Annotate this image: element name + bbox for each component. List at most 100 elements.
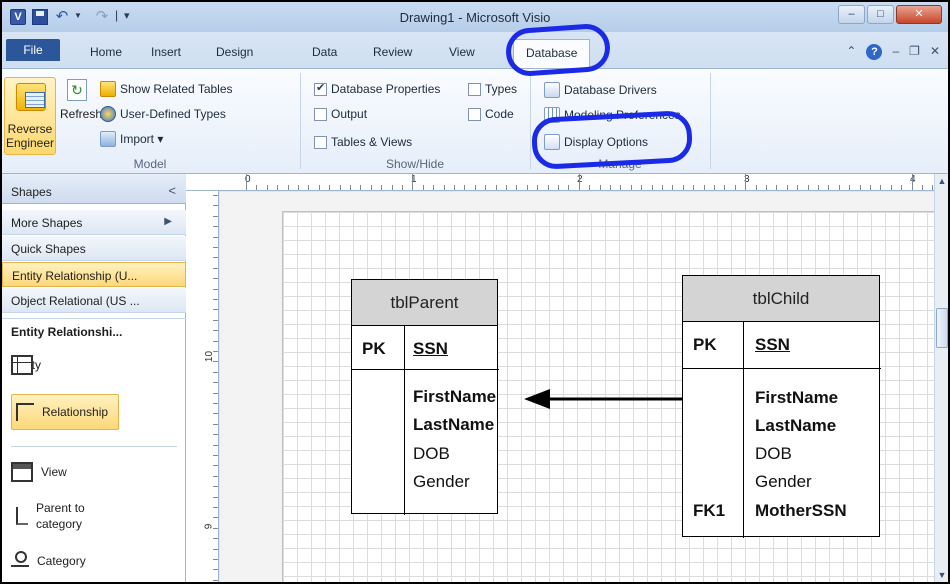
stencil-label: More Shapes: [11, 216, 83, 230]
field: DOB: [755, 444, 792, 463]
ruler-tick: [828, 185, 830, 190]
tab-design[interactable]: Design: [216, 45, 253, 59]
ruler-tick: [329, 185, 331, 190]
output-checkbox[interactable]: Output: [314, 107, 367, 121]
shape-label: View: [41, 465, 67, 479]
doc-minimize-icon[interactable]: –: [892, 44, 899, 60]
ribbon-database: Reverse Engineer ↻ Refresh Show Related …: [2, 68, 948, 174]
database-drivers-button[interactable]: Database Drivers: [544, 82, 657, 98]
shapes-pane-header: Shapes <: [2, 174, 186, 204]
stencil-label: Object Relational (US ...: [11, 294, 140, 308]
tables-views-label: Tables & Views: [331, 135, 413, 149]
minimize-button[interactable]: –: [838, 5, 865, 24]
field: FirstName: [755, 388, 839, 407]
tab-file[interactable]: File: [6, 39, 60, 61]
ruler-tick: [213, 569, 218, 571]
ruler-tick: [213, 299, 218, 300]
ruler-tick: [464, 185, 466, 190]
ruler-tick: [213, 205, 218, 207]
drawing-canvas[interactable]: tblParent PK SSN FirstName LastName DOB …: [220, 192, 934, 582]
code-checkbox[interactable]: Code: [468, 107, 514, 121]
collapse-pane-icon[interactable]: <: [168, 183, 176, 198]
stencil-entity-relationship[interactable]: Entity Relationship (U...: [2, 262, 186, 287]
reverse-engineer-icon: [16, 83, 46, 111]
shape-relationship[interactable]: Relationship: [11, 394, 120, 430]
ruler-tick: [454, 185, 455, 190]
entity-tblparent[interactable]: tblParent PK SSN FirstName LastName DOB …: [351, 279, 499, 515]
ruler-tick: [901, 185, 903, 190]
scrollbar-thumb[interactable]: [936, 308, 948, 348]
tab-database[interactable]: Database: [513, 39, 591, 69]
title-bar: V ↶ ▼ ↷ | ▾ Drawing1 - Microsoft Visio –…: [2, 2, 948, 32]
horizontal-ruler: 0 1 2 3 4: [186, 174, 934, 191]
tab-view[interactable]: View: [449, 45, 475, 59]
entity-tblchild[interactable]: tblChild PK SSN FirstName LastName DOB G…: [682, 275, 881, 538]
ruler-tick: [213, 486, 218, 488]
display-options-button[interactable]: Display Options: [544, 134, 648, 150]
tables-views-checkbox[interactable]: Tables & Views: [314, 135, 412, 149]
import-button[interactable]: Import ▾: [100, 131, 163, 147]
stencil-object-relational[interactable]: Object Relational (US ...: [2, 288, 186, 313]
ruler-tick: [422, 185, 424, 190]
user-defined-types-button[interactable]: User-Defined Types: [100, 106, 226, 122]
shape-category[interactable]: Category: [11, 551, 86, 568]
scroll-up-icon[interactable]: ▲: [935, 176, 948, 186]
ruler-tick: [516, 185, 518, 190]
ribbon-tabs: File Home Insert Design Data Review View…: [2, 32, 948, 69]
ruler-tick: [443, 185, 445, 190]
relationship-connector[interactable]: [520, 387, 684, 411]
shape-entity[interactable]: Entity: [11, 355, 41, 375]
ruler-tick: [370, 185, 372, 190]
maximize-button[interactable]: □: [867, 5, 894, 24]
stencil-quick-shapes[interactable]: Quick Shapes: [2, 236, 186, 261]
shape-parent-to-category[interactable]: Parent to category: [11, 500, 106, 532]
pk-key: PK: [362, 339, 386, 358]
show-related-tables-button[interactable]: Show Related Tables: [100, 81, 233, 97]
field: LastName: [413, 415, 495, 434]
minimize-ribbon-icon[interactable]: ⌃: [846, 44, 856, 60]
ruler-tick: [547, 185, 549, 190]
ruler-tick: [526, 185, 528, 190]
ruler-tick: [213, 403, 218, 404]
ruler-tick: [558, 185, 559, 190]
reverse-engineer-button[interactable]: Reverse Engineer: [4, 77, 56, 155]
ruler-tick: [213, 215, 218, 217]
database-properties-label: Database Properties: [331, 82, 441, 96]
modeling-preferences-button[interactable]: Modeling Preferences: [544, 107, 681, 123]
stencil-more-shapes[interactable]: More Shapes ▶: [2, 210, 186, 235]
ruler-tick: [360, 185, 362, 190]
ruler-tick: [213, 413, 218, 415]
ruler-tick: [213, 507, 218, 508]
shape-view[interactable]: View: [11, 462, 67, 482]
help-icon[interactable]: ?: [866, 44, 883, 60]
import-label: Import ▾: [120, 132, 164, 146]
user-defined-types-icon: [100, 106, 116, 122]
tab-home[interactable]: Home: [90, 45, 122, 59]
ruler-tick: [339, 185, 341, 190]
group-label-model: Model: [133, 157, 167, 171]
field: DOB: [413, 444, 450, 463]
tab-review[interactable]: Review: [373, 45, 412, 59]
output-label: Output: [331, 107, 368, 121]
modeling-preferences-icon: [544, 107, 560, 123]
ruler-tick: [672, 185, 674, 190]
doc-close-icon[interactable]: ✕: [930, 44, 940, 60]
entity-name: tblChild: [683, 276, 879, 322]
ruler-tick: [818, 185, 819, 190]
doc-restore-icon[interactable]: ❐: [909, 44, 920, 60]
tab-insert[interactable]: Insert: [151, 45, 181, 59]
scroll-down-icon[interactable]: ▼: [935, 570, 948, 580]
tab-data[interactable]: Data: [312, 45, 337, 59]
vertical-scrollbar[interactable]: ▲ ▼: [934, 174, 948, 582]
types-checkbox[interactable]: Types: [468, 82, 517, 96]
refresh-button[interactable]: ↻ Refresh: [60, 79, 102, 135]
close-button[interactable]: ✕: [896, 5, 942, 24]
entity-pk-divider: [352, 369, 499, 370]
ruler-tick: [537, 185, 539, 190]
database-properties-checkbox[interactable]: Database Properties: [314, 81, 441, 96]
ruler-tick: [786, 185, 788, 190]
ruler-tick: [213, 330, 218, 332]
visio-window: V ↶ ▼ ↷ | ▾ Drawing1 - Microsoft Visio –…: [2, 2, 948, 582]
stencil-title: Entity Relationshi...: [11, 325, 123, 339]
ruler-tick: [298, 185, 299, 190]
